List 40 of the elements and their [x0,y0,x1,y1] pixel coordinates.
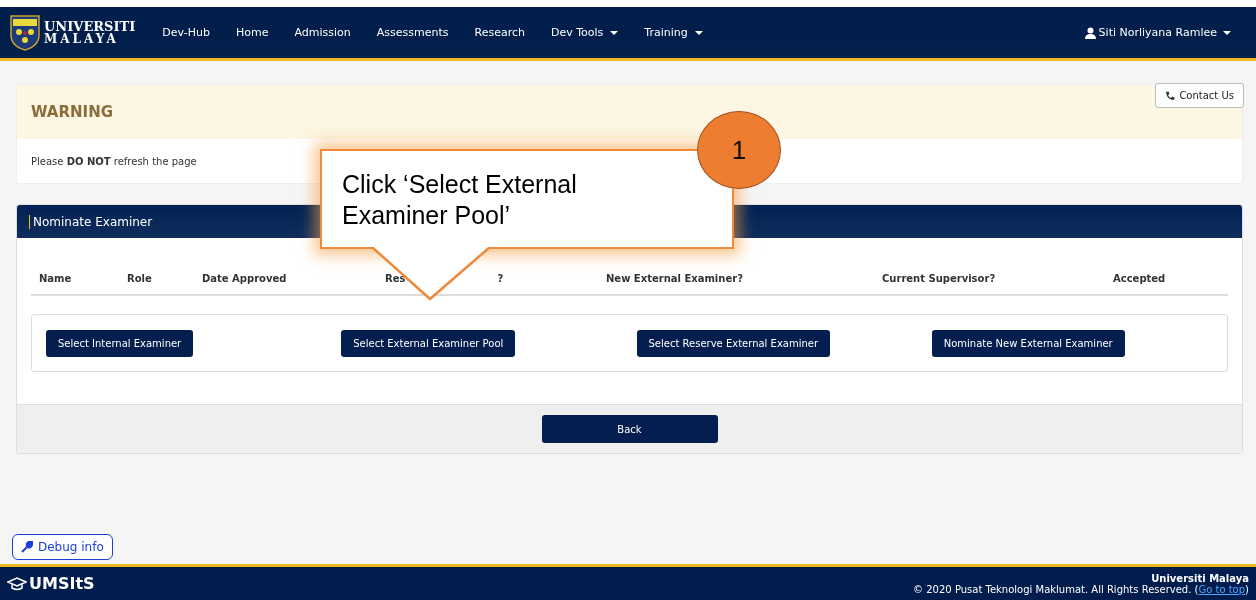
action-button[interactable]: Select External Examiner Pool [341,329,516,357]
column-header: New External Examiner? [606,273,743,284]
copyright-text: © 2020 Pusat Teknologi Maklumat. All Rights Reserved. (Go to top) [913,583,1249,595]
caret-icon [1223,30,1231,35]
nav-link[interactable]: Home [223,26,282,39]
graduation-cap-icon [7,576,27,591]
back-button[interactable]: Back [541,415,718,443]
action-button[interactable]: Select Reserve External Examiner [636,329,831,357]
nav-link[interactable]: Assessments [363,26,462,39]
callout-text: Click ‘Select External Examiner Pool’ [342,169,578,231]
nav-link[interactable]: Research [461,26,538,39]
column-header: Date Approved [202,273,287,284]
warning-title: WARNING [31,103,114,121]
logo-text: UNIVERSITI [44,19,136,33]
caret-icon [610,30,619,35]
phone-icon [1165,90,1176,101]
nav-link[interactable]: Dev-Hub [149,26,223,39]
user-icon [1084,26,1096,39]
logo-text: MALAYA [44,32,120,46]
column-header: Accepted [1113,273,1166,284]
panel-title: Nominate Examiner [33,214,153,229]
column-header: Name [39,273,72,284]
action-button[interactable]: Nominate New External Examiner [931,329,1125,357]
nav-link[interactable]: Admission [281,26,364,39]
warning-message: Please DO NOT refresh the page [31,155,197,167]
nav-link[interactable]: Dev Tools [537,26,632,39]
user-menu[interactable]: Siti Norliyana Ramlee [1071,26,1244,39]
column-header: Role [127,273,152,284]
caret-icon [694,30,703,35]
nav-link[interactable]: Training [631,26,716,39]
wrench-icon [21,541,33,553]
footer-brand: UMSItS [29,574,95,593]
crest-logo-icon [10,14,40,51]
action-button[interactable]: Select Internal Examiner [46,329,194,357]
contact-us-button[interactable]: Contact Us [1155,83,1244,108]
footer-org: Universiti Malaya [1151,572,1249,584]
debug-info-button[interactable]: Debug info [12,534,113,560]
column-header: Res [385,273,406,284]
column-header: ? [497,273,504,284]
column-header: Current Supervisor? [882,273,996,284]
